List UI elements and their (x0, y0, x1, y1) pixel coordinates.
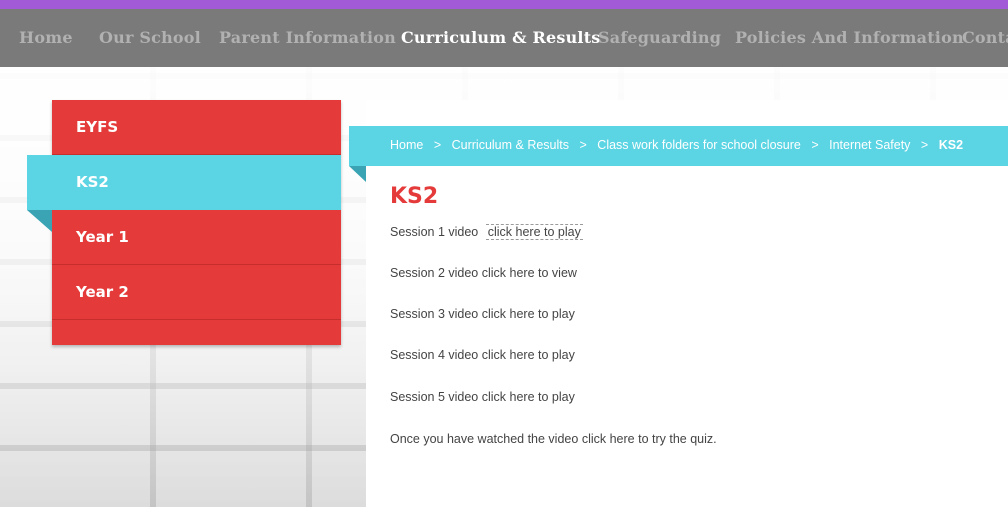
breadcrumb-internet-safety[interactable]: Internet Safety (829, 138, 910, 152)
sidebar-item-label: Year 1 (76, 228, 129, 246)
breadcrumb-ribbon-fold (349, 166, 366, 182)
session-5-play-link[interactable]: click here to play (482, 390, 575, 404)
nav-item-home[interactable]: Home (19, 28, 73, 47)
main-navigation: Home Our School Parent Information Curri… (0, 9, 1008, 67)
breadcrumb-separator: > (579, 138, 587, 152)
breadcrumb-separator: > (433, 138, 442, 152)
session-5-line: Session 5 video click here to play (390, 390, 575, 404)
breadcrumb-separator: > (811, 138, 819, 152)
sidebar-item-label: EYFS (76, 118, 119, 136)
sidebar-menu: EYFS KS2 Year 1 Year 2 (27, 100, 341, 345)
sidebar-item-label: Year 2 (76, 283, 129, 301)
sidebar-item-label: KS2 (76, 173, 109, 191)
quiz-prefix-text: Once you have watched the video (390, 432, 579, 446)
session-4-play-link[interactable]: click here to play (482, 348, 575, 362)
session-4-line: Session 4 video click here to play (390, 348, 575, 362)
breadcrumb-curriculum-results[interactable]: Curriculum & Results (452, 138, 569, 152)
session-3-text: Session 3 video (390, 307, 479, 321)
breadcrumb-separator: > (920, 138, 929, 152)
quiz-link[interactable]: click here (582, 432, 635, 446)
breadcrumb: Home > Curriculum & Results > Class work… (349, 126, 1008, 166)
sidebar-item-eyfs[interactable]: EYFS (52, 100, 341, 155)
session-1-line: Session 1 video click here to play (390, 224, 583, 240)
session-5-text: Session 5 video (390, 390, 479, 404)
session-1-text: Session 1 video (390, 225, 479, 239)
quiz-suffix-text: to try the quiz. (638, 432, 717, 446)
sidebar-ribbon-fold (27, 210, 52, 232)
sidebar-item-ks2[interactable]: KS2 (27, 155, 341, 210)
top-accent-strip (0, 0, 1008, 9)
session-4-text: Session 4 video (390, 348, 479, 362)
session-2-view-link[interactable]: click here to view (482, 266, 577, 280)
nav-item-safeguarding[interactable]: Safeguarding (598, 28, 721, 47)
breadcrumb-class-work-folders[interactable]: Class work folders for school closure (597, 138, 801, 152)
session-3-play-link[interactable]: click here to play (482, 307, 575, 321)
breadcrumb-current-ks2: KS2 (938, 138, 964, 152)
session-2-line: Session 2 video click here to view (390, 266, 577, 280)
nav-item-curriculum-results[interactable]: Curriculum & Results (401, 28, 601, 47)
sidebar-item-year-2[interactable]: Year 2 (52, 265, 341, 320)
page-title: KS2 (390, 184, 439, 209)
breadcrumb-home[interactable]: Home (390, 138, 423, 152)
session-2-text: Session 2 video (390, 266, 479, 280)
session-3-line: Session 3 video click here to play (390, 307, 575, 321)
nav-item-contact[interactable]: Conta (962, 28, 1008, 47)
nav-item-our-school[interactable]: Our School (99, 28, 201, 47)
session-1-play-link[interactable]: click here to play (485, 224, 583, 240)
nav-item-policies-and-information[interactable]: Policies And Information (735, 28, 964, 47)
sidebar-item-year-1[interactable]: Year 1 (52, 210, 341, 265)
quiz-line: Once you have watched the video click he… (390, 432, 717, 446)
nav-item-parent-information[interactable]: Parent Information (219, 28, 396, 47)
